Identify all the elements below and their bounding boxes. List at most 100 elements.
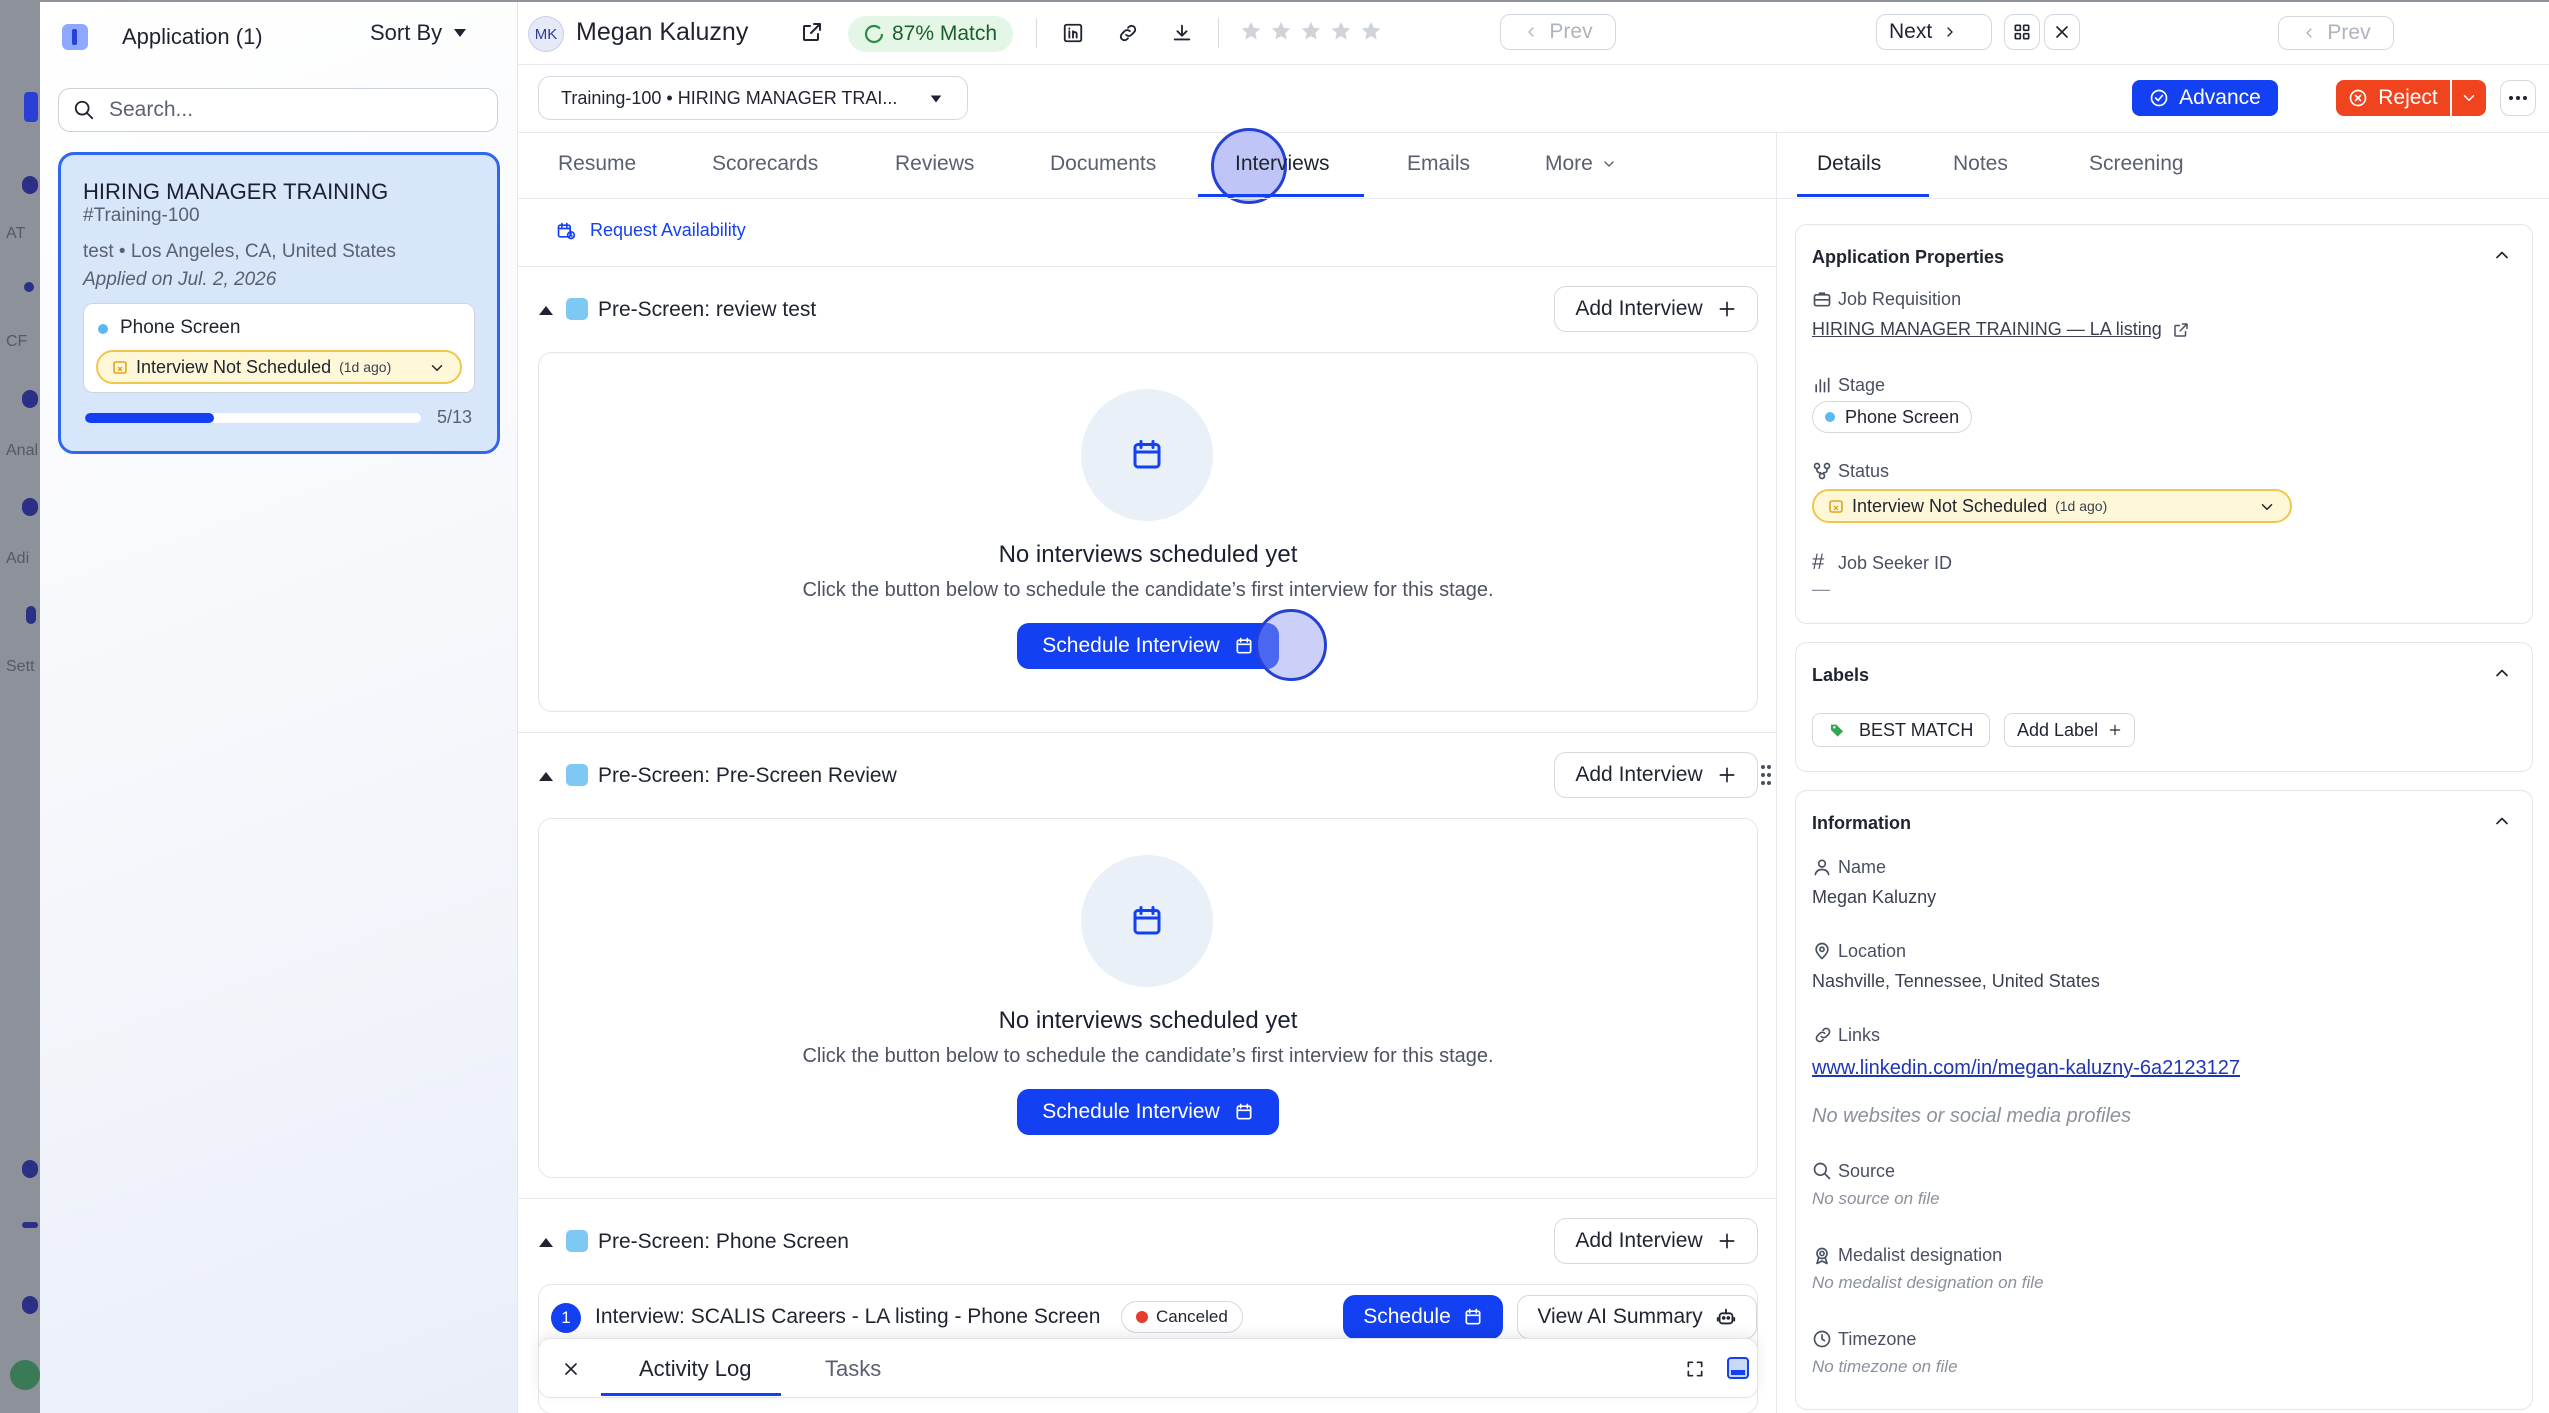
collapse-caret-icon[interactable] bbox=[538, 770, 554, 782]
rail-label: Sett bbox=[6, 658, 35, 675]
tab-reviews[interactable]: Reviews bbox=[895, 152, 974, 176]
link-icon bbox=[1815, 1027, 1831, 1043]
star-icon[interactable] bbox=[1270, 20, 1292, 42]
rating-stars[interactable] bbox=[1240, 20, 1382, 42]
schedule-interview-button[interactable]: Schedule Interview bbox=[1017, 1089, 1279, 1135]
active-tab-indicator bbox=[1797, 194, 1929, 197]
chevron-up-icon[interactable] bbox=[2492, 663, 2512, 683]
linkedin-link[interactable]: www.linkedin.com/in/megan-kaluzny-6a2123… bbox=[1812, 1057, 2240, 1080]
ellipsis-icon bbox=[2509, 96, 2527, 100]
tab-more[interactable]: More bbox=[1545, 152, 1617, 176]
star-icon[interactable] bbox=[1300, 20, 1322, 42]
reject-button[interactable]: Reject bbox=[2336, 80, 2450, 116]
applications-title: Application (1) bbox=[122, 24, 263, 49]
job-requisition-link[interactable]: HIRING MANAGER TRAINING — LA listing bbox=[1812, 319, 2190, 340]
status-dropdown[interactable]: Interview Not Scheduled (1d ago) bbox=[96, 350, 462, 384]
star-icon[interactable] bbox=[1360, 20, 1382, 42]
add-label-button[interactable]: Add Label bbox=[2004, 713, 2136, 747]
application-card[interactable]: HIRING MANAGER TRAINING #Training-100 te… bbox=[58, 152, 500, 454]
empty-state-title: No interviews scheduled yet bbox=[998, 1007, 1298, 1034]
search-icon bbox=[1813, 1162, 1831, 1180]
status-dropdown[interactable]: Interview Not Scheduled (1d ago) bbox=[1812, 489, 2292, 523]
stage-color-swatch bbox=[566, 298, 588, 320]
stage-title: Pre-Screen: Phone Screen bbox=[598, 1230, 849, 1253]
empty-state-illustration bbox=[1081, 389, 1213, 521]
star-icon[interactable] bbox=[1330, 20, 1352, 42]
add-interview-button[interactable]: Add Interview bbox=[1554, 286, 1758, 332]
chevron-up-icon[interactable] bbox=[2492, 245, 2512, 265]
rail-icon bbox=[22, 176, 38, 194]
calendar-icon bbox=[1133, 906, 1161, 935]
empty-state-text: Click the button below to schedule the c… bbox=[802, 1045, 1494, 1067]
x-circle-icon bbox=[2349, 89, 2367, 107]
advance-button[interactable]: Advance bbox=[2132, 80, 2278, 116]
add-interview-button[interactable]: Add Interview bbox=[1554, 752, 1758, 798]
source-label: Source bbox=[1838, 1161, 1896, 1181]
add-interview-label: Add Interview bbox=[1575, 763, 1703, 786]
star-icon[interactable] bbox=[1240, 20, 1262, 42]
schedule-label: Schedule bbox=[1363, 1305, 1451, 1328]
collapse-caret-icon[interactable] bbox=[538, 304, 554, 316]
application-properties-card: Application Properties Job Requisition H… bbox=[1795, 224, 2533, 624]
next-button[interactable]: Next bbox=[1876, 14, 1992, 50]
user-icon bbox=[1814, 859, 1830, 876]
tab-tasks[interactable]: Tasks bbox=[825, 1356, 881, 1382]
minimize-icon[interactable] bbox=[1727, 1357, 1749, 1379]
background-app-rail: AT CF Anal Adi Sett bbox=[0, 0, 40, 1413]
tab-documents[interactable]: Documents bbox=[1050, 152, 1156, 176]
label-chip[interactable]: BEST MATCH bbox=[1812, 713, 1991, 747]
stage-dot-icon bbox=[98, 324, 108, 334]
chevron-up-icon[interactable] bbox=[2492, 811, 2512, 831]
plus-icon bbox=[1719, 301, 1735, 317]
expand-icon[interactable] bbox=[1685, 1359, 1705, 1379]
more-actions-button[interactable] bbox=[2500, 80, 2536, 116]
match-ring-icon bbox=[864, 24, 884, 44]
interview-number: 1 bbox=[551, 1303, 581, 1333]
tab-emails[interactable]: Emails bbox=[1407, 152, 1470, 176]
job-select-dropdown[interactable]: Training-100 • HIRING MANAGER TRAI... bbox=[538, 76, 968, 120]
sort-by-dropdown[interactable]: Sort By bbox=[370, 20, 468, 46]
panel-toggle-icon[interactable] bbox=[62, 24, 88, 50]
tab-resume[interactable]: Resume bbox=[558, 152, 636, 176]
stage-title: Pre-Screen: Pre-Screen Review bbox=[598, 764, 897, 787]
details-column: Details Notes Screening Application Prop… bbox=[1777, 132, 2549, 1413]
match-badge: 87% Match bbox=[848, 16, 1014, 52]
calendar-icon bbox=[1236, 637, 1252, 654]
drag-handle-icon[interactable] bbox=[1760, 764, 1772, 786]
view-ai-summary-button[interactable]: View AI Summary bbox=[1517, 1295, 1757, 1339]
linkedin-icon[interactable] bbox=[1062, 22, 1084, 44]
schedule-button[interactable]: Schedule bbox=[1343, 1295, 1503, 1339]
candidate-avatar: MK bbox=[528, 16, 564, 52]
progress-fill bbox=[85, 413, 215, 423]
close-icon[interactable] bbox=[561, 1359, 581, 1379]
click-indicator bbox=[1255, 609, 1327, 681]
search-input[interactable]: Search... bbox=[58, 88, 498, 132]
schedule-interview-button[interactable]: Schedule Interview bbox=[1017, 623, 1279, 669]
request-availability-link[interactable]: Request Availability bbox=[556, 220, 746, 241]
tab-screening[interactable]: Screening bbox=[2089, 152, 2184, 176]
links-label: Links bbox=[1838, 1025, 1881, 1045]
external-link-icon[interactable] bbox=[800, 20, 824, 44]
chevron-left-icon bbox=[2306, 28, 2313, 38]
tab-activity-log[interactable]: Activity Log bbox=[639, 1356, 752, 1382]
rail-icon bbox=[22, 390, 38, 408]
chevron-down-icon bbox=[431, 365, 443, 371]
divider bbox=[1218, 18, 1219, 48]
canceled-dot-icon bbox=[1136, 1311, 1148, 1323]
prev-button[interactable]: Prev bbox=[2278, 16, 2394, 50]
prev-button[interactable]: Prev bbox=[1500, 14, 1616, 50]
grid-view-button[interactable] bbox=[2004, 14, 2040, 50]
tab-details[interactable]: Details bbox=[1817, 152, 1881, 176]
reject-options-button[interactable] bbox=[2452, 80, 2486, 116]
application-date: Applied on Jul. 2, 2026 bbox=[83, 269, 277, 290]
name-label: Name bbox=[1838, 857, 1887, 877]
download-icon[interactable] bbox=[1170, 22, 1194, 44]
add-interview-button[interactable]: Add Interview bbox=[1554, 1218, 1758, 1264]
schedule-interview-label: Schedule Interview bbox=[1042, 1100, 1220, 1123]
tab-scorecards[interactable]: Scorecards bbox=[712, 152, 818, 176]
collapse-caret-icon[interactable] bbox=[538, 1236, 554, 1248]
tab-notes[interactable]: Notes bbox=[1953, 152, 2008, 176]
tab-interviews[interactable]: Interviews bbox=[1235, 152, 1330, 176]
close-panel-button[interactable] bbox=[2044, 14, 2080, 50]
link-icon[interactable] bbox=[1116, 22, 1140, 44]
